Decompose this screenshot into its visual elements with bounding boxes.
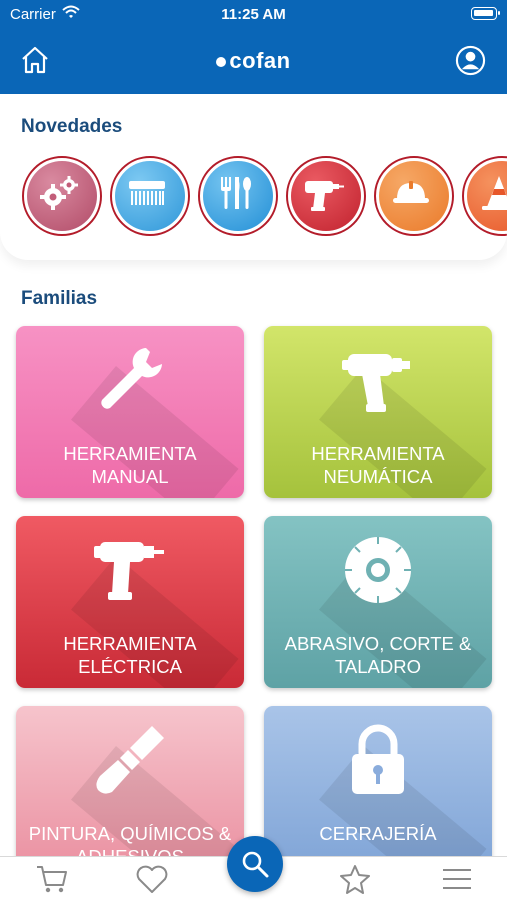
battery-icon [471,7,500,20]
familias-title: Familias [21,288,98,309]
cutlery-icon [221,177,251,209]
family-label-line1: CERRAJERÍA [319,823,437,844]
novedades-section: Novedades [0,94,507,260]
family-label-line2: MANUAL [91,466,169,487]
family-label-line2: TALADRO [334,656,421,677]
family-label-line1: ABRASIVO, CORTE & [284,633,472,654]
family-card-herramienta-electrica[interactable]: HERRAMIENTA ELÉCTRICA [16,516,244,688]
family-card-pintura-quimicos-adhesivos[interactable]: PINTURA, QUÍMICOS & ADHESIVOS [16,706,244,878]
heart-icon[interactable] [135,863,169,895]
family-label-line2: NEUMÁTICA [323,466,433,487]
family-card-abrasivo-corte-taladro[interactable]: ABRASIVO, CORTE & TALADRO [264,516,492,688]
novedad-item[interactable] [374,156,454,236]
search-button[interactable] [227,836,283,892]
family-label-line1: HERRAMIENTA [63,633,197,654]
wrench-icon [101,348,162,409]
novedades-title: Novedades [21,116,123,137]
novedad-item[interactable] [462,156,507,236]
search-icon [242,851,269,878]
status-bar: Carrier 11:25 AM [0,0,507,28]
family-label-line2: ELÉCTRICA [78,656,182,677]
novedad-item[interactable] [286,156,366,236]
family-label-line1: PINTURA, QUÍMICOS & [28,823,232,844]
gears-icon [40,176,78,210]
novedad-item[interactable] [110,156,190,236]
drill-icon [305,181,344,211]
app-header: Carrier 11:25 AM cofan [0,0,507,94]
cone-icon [482,176,507,210]
app-screen: Carrier 11:25 AM cofan Novedades Familia… [0,0,507,900]
novedad-item[interactable] [198,156,278,236]
user-icon[interactable] [455,45,486,76]
family-label-line1: HERRAMIENTA [311,443,445,464]
pneumatic-gun-icon [342,354,410,412]
family-label-line1: HERRAMIENTA [63,443,197,464]
nav-bar: cofan [0,38,507,86]
paint-brush-icon [96,726,164,794]
padlock-icon [352,724,404,794]
family-card-herramienta-manual[interactable]: HERRAMIENTA MANUAL [16,326,244,498]
cart-icon[interactable] [35,863,69,895]
helmet-icon [393,181,429,203]
novedad-item[interactable] [22,156,102,236]
novedades-carousel[interactable] [22,156,507,238]
clock: 11:25 AM [221,6,286,23]
family-card-cerrajeria[interactable]: CERRAJERÍA [264,706,492,878]
brush-icon [129,181,165,205]
saw-blade-icon [345,537,411,603]
menu-icon[interactable] [440,863,474,895]
star-icon[interactable] [338,863,372,895]
app-logo: cofan [0,48,507,74]
drill-icon [94,542,164,600]
family-card-herramienta-neumatica[interactable]: HERRAMIENTA NEUMÁTICA [264,326,492,498]
